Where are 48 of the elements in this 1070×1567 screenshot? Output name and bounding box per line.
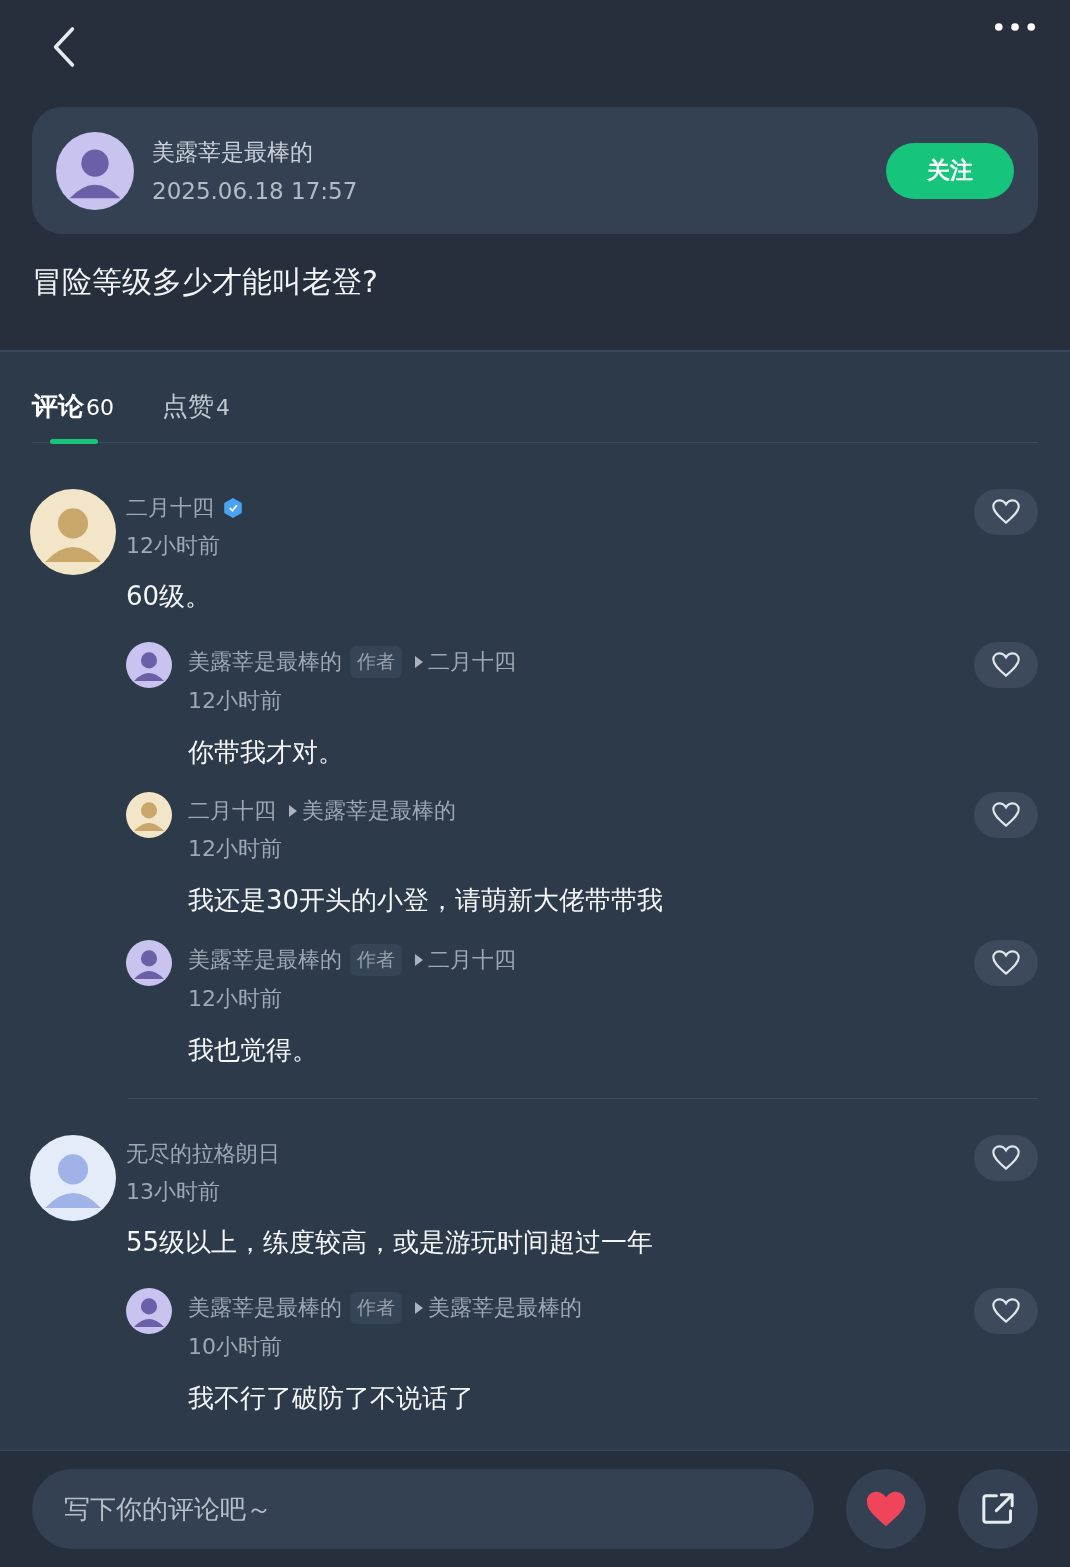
triangle-icon (288, 804, 298, 818)
comment-input[interactable]: 写下你的评论吧～ (32, 1469, 814, 1549)
reply-text: 我也觉得。 (188, 1034, 319, 1066)
reply-time: 12小时前 (188, 985, 283, 1013)
author-tag: 作者 (350, 944, 402, 976)
author-name: 美露莘是最棒的 (152, 138, 314, 167)
reply-author-name: 二月十四 (188, 797, 276, 825)
like-button[interactable] (974, 1135, 1038, 1181)
comment-text: 55级以上，练度较高，或是游玩时间超过一年 (126, 1226, 655, 1259)
reply-time: 12小时前 (188, 835, 283, 863)
reply-time: 10小时前 (188, 1333, 283, 1361)
commenter-name: 二月十四 (126, 494, 214, 522)
triangle-icon (414, 655, 424, 669)
avatar (126, 792, 172, 838)
like-button[interactable] (974, 489, 1038, 535)
reply-text: 我不行了破防了不说话了 (188, 1382, 475, 1414)
tab[interactable]: 点赞4 (162, 389, 230, 442)
author-tag: 作者 (350, 646, 402, 678)
author-tag: 作者 (350, 1292, 402, 1324)
reply-author-name: 美露莘是最棒的 (188, 1294, 342, 1322)
back-icon[interactable] (52, 26, 76, 68)
tab[interactable]: 评论60 (32, 389, 114, 442)
like-button[interactable] (974, 792, 1038, 838)
comment-text: 60级。 (126, 580, 213, 613)
reply-target-name: 二月十四 (428, 648, 516, 676)
comment-time: 13小时前 (126, 1178, 221, 1206)
avatar (126, 642, 172, 688)
reply-target-name: 美露莘是最棒的 (302, 797, 456, 825)
post-time: 2025.06.18 17:57 (152, 178, 359, 204)
like-button[interactable] (974, 642, 1038, 688)
reply-author-name: 美露莘是最棒的 (188, 648, 342, 676)
avatar (126, 1288, 172, 1334)
commenter-name: 无尽的拉格朗日 (126, 1140, 280, 1168)
like-button[interactable] (974, 940, 1038, 986)
reply-author-name: 美露莘是最棒的 (188, 946, 342, 974)
more-icon[interactable] (994, 21, 1036, 33)
post-title: 冒险等级多少才能叫老登? (32, 263, 379, 301)
reply-target-name: 美露莘是最棒的 (428, 1294, 582, 1322)
verified-badge-icon (222, 497, 244, 519)
comment-time: 12小时前 (126, 532, 221, 560)
reply-target-name: 二月十四 (428, 946, 516, 974)
triangle-icon (414, 1301, 424, 1315)
like-button[interactable] (974, 1288, 1038, 1334)
reply-time: 12小时前 (188, 687, 283, 715)
reply-text: 你带我才对。 (188, 736, 345, 768)
reply-text: 我还是30开头的小登，请萌新大佬带带我 (188, 884, 665, 916)
triangle-icon (414, 953, 424, 967)
avatar (126, 940, 172, 986)
